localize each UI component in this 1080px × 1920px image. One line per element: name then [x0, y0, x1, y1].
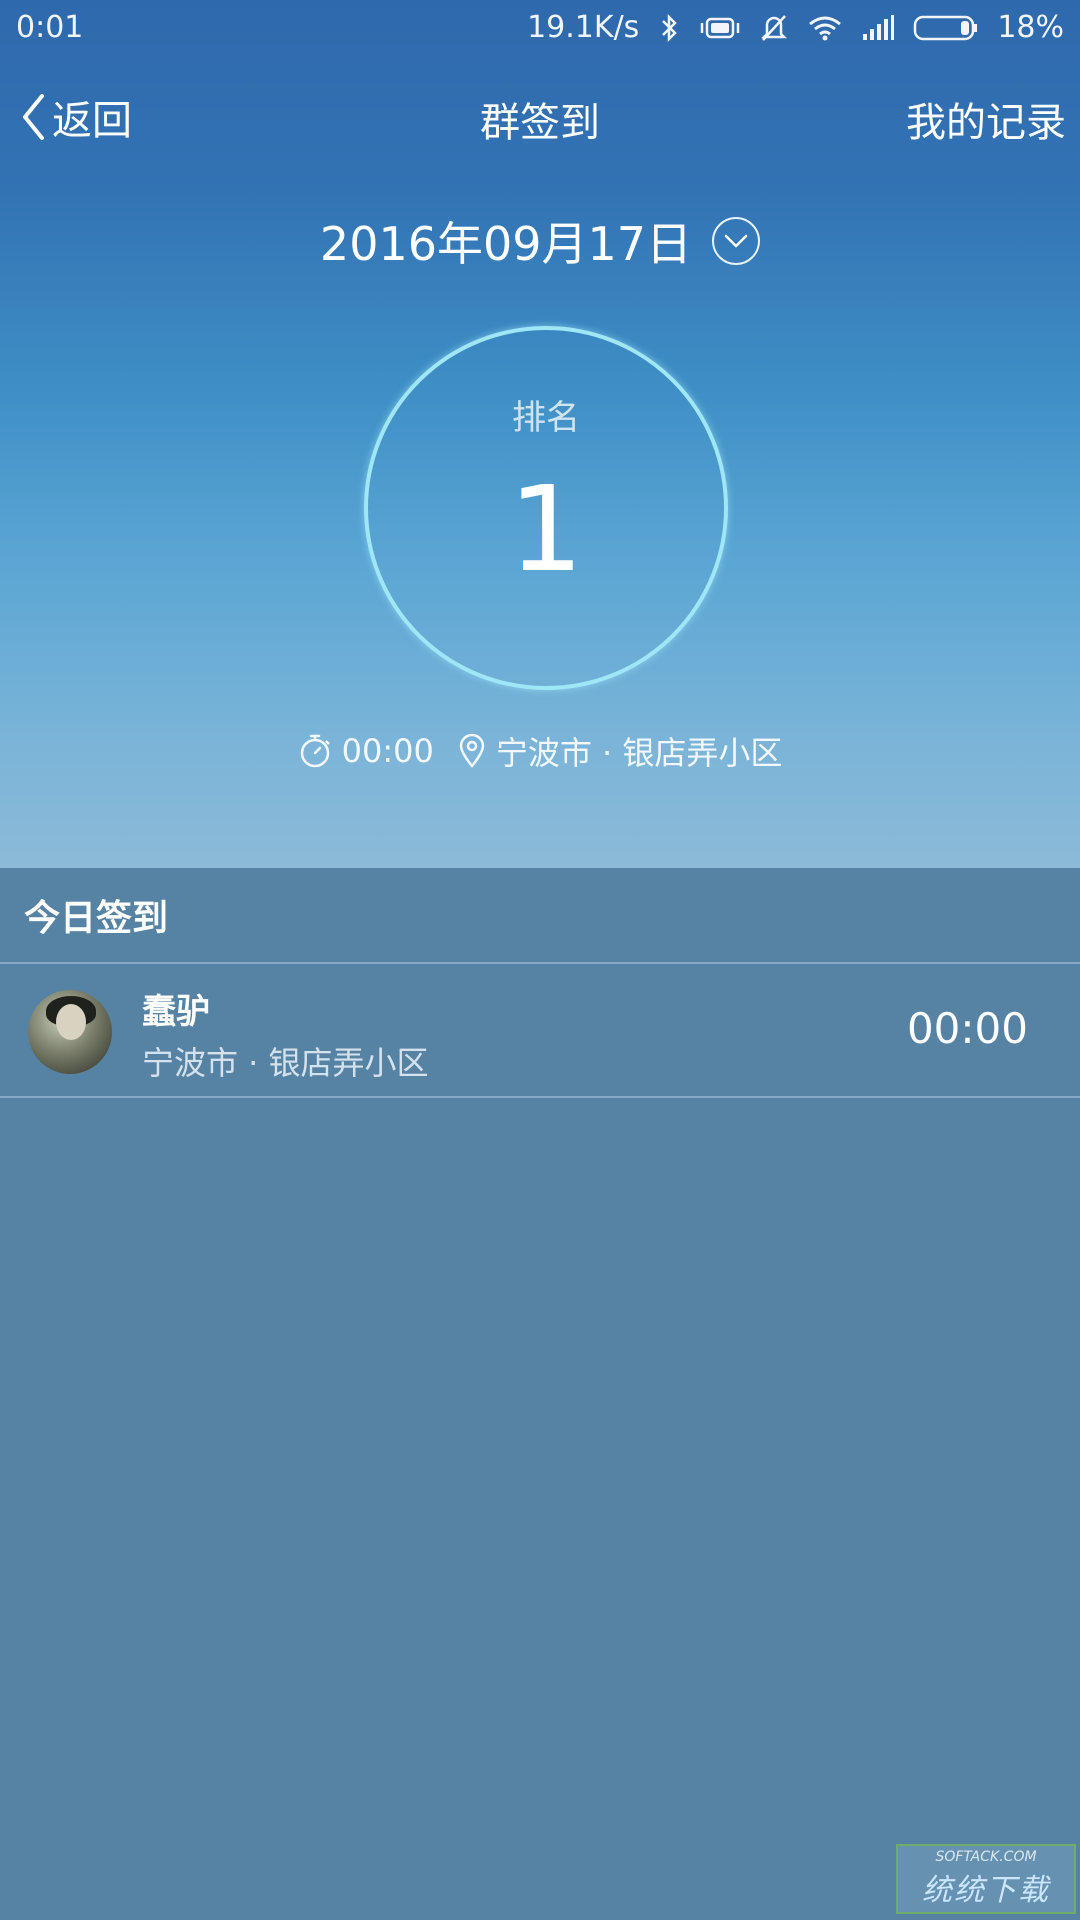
status-bar: 0:01 19.1K/s 18%	[0, 0, 1080, 56]
date-label: 2016年09月17日	[319, 217, 693, 271]
hero-background: 0:01 19.1K/s 18% 返回 群签到 我的记录 2016年09月17日…	[0, 0, 1080, 868]
rank-circle: 排名 1	[364, 326, 728, 690]
checkin-location-value: 宁波市 · 银店弄小区	[495, 734, 783, 772]
mute-bell-icon	[759, 12, 789, 44]
my-records-button[interactable]: 我的记录	[906, 90, 1066, 148]
rank-value: 1	[508, 460, 584, 598]
today-checkins-header: 今日签到	[0, 868, 1080, 964]
user-location: 宁波市 · 银店弄小区	[142, 1044, 429, 1082]
watermark-logo: SOFTACK.COM 统统下载	[896, 1844, 1076, 1914]
avatar[interactable]	[28, 990, 112, 1074]
watermark-domain: SOFTACK.COM	[935, 1849, 1037, 1865]
status-right: 19.1K/s 18%	[527, 10, 1064, 45]
nav-bar: 返回 群签到 我的记录	[0, 80, 1080, 152]
vibrate-icon	[699, 13, 741, 43]
signal-icon	[861, 14, 895, 42]
battery-percent: 18%	[997, 10, 1064, 45]
location-pin-icon	[459, 733, 485, 768]
date-selector[interactable]: 2016年09月17日	[0, 208, 1080, 274]
status-time: 0:01	[16, 10, 84, 45]
checkin-time: 00:00	[298, 732, 434, 770]
battery-icon	[913, 14, 979, 42]
bluetooth-icon	[657, 13, 681, 43]
checkin-location: 宁波市 · 银店弄小区	[458, 728, 783, 774]
chevron-down-icon[interactable]	[712, 217, 761, 265]
network-speed: 19.1K/s	[527, 10, 640, 45]
user-checkin-time: 00:00	[906, 1004, 1028, 1053]
rank-label: 排名	[512, 398, 580, 438]
checkin-meta: 00:00 宁波市 · 银店弄小区	[0, 728, 1080, 774]
list-item[interactable]: 蠢驴 宁波市 · 银店弄小区 00:00	[0, 966, 1080, 1098]
avatar-face	[56, 1004, 86, 1040]
user-name: 蠢驴	[142, 992, 210, 1032]
stopwatch-icon	[300, 734, 330, 768]
wifi-icon	[807, 14, 843, 42]
checkin-time-value: 00:00	[341, 732, 434, 770]
watermark-brand: 统统下载	[922, 1873, 1050, 1908]
